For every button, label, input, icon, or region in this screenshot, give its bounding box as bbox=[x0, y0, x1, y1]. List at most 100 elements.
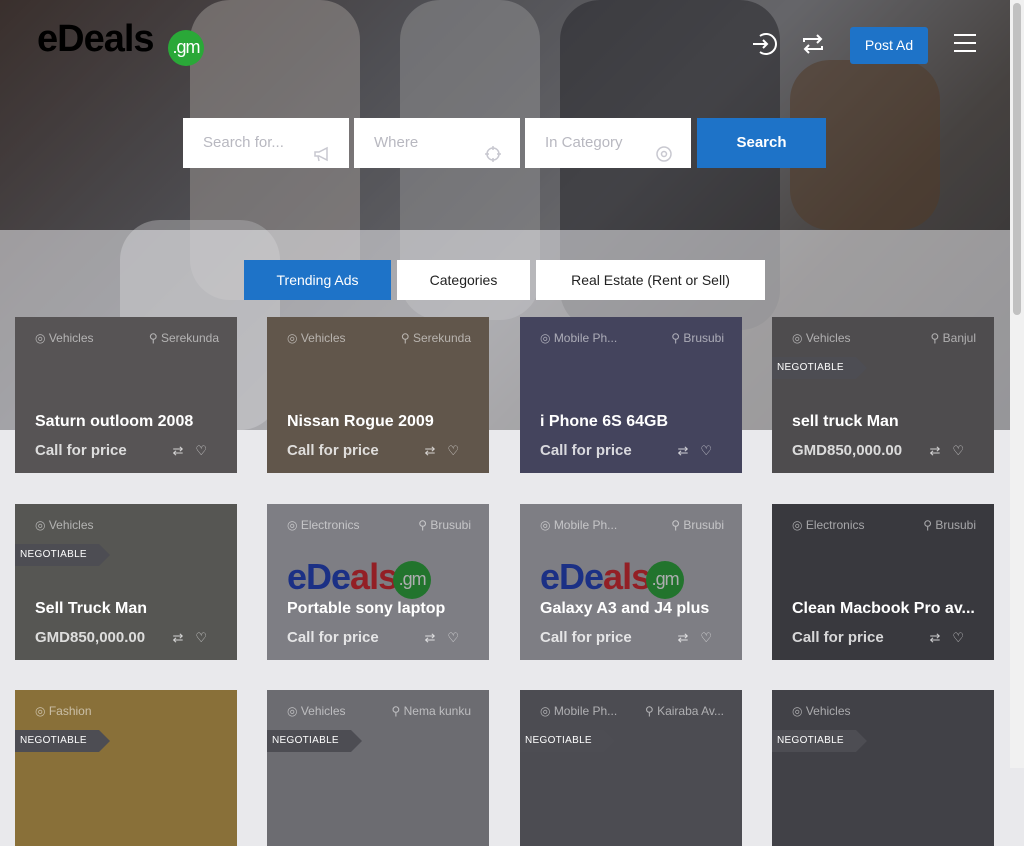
compare-icon[interactable] bbox=[799, 30, 829, 60]
compare-icon[interactable]: ⇄ bbox=[424, 630, 447, 645]
negotiable-badge: NEGOTIABLE bbox=[267, 730, 362, 752]
card-category[interactable]: ◎ Fashion bbox=[35, 704, 92, 718]
card-category-label: Mobile Ph... bbox=[553, 518, 618, 532]
card-location-label: Kairaba Av... bbox=[657, 704, 724, 718]
card-location: ⚲ Brusubi bbox=[671, 518, 724, 532]
heart-icon[interactable]: ♡ bbox=[195, 443, 219, 458]
logo-text: eDeals bbox=[37, 18, 155, 60]
card-category-label: Vehicles bbox=[300, 704, 346, 718]
megaphone-icon bbox=[313, 134, 331, 162]
card-category[interactable]: ◎ Electronics bbox=[792, 518, 865, 532]
card-category[interactable]: ◎ Vehicles bbox=[35, 331, 94, 345]
listing-card[interactable]: ◎ Mobile Ph... ⚲ Brusubi i Phone 6S 64GB Ca… bbox=[520, 317, 742, 473]
card-category[interactable]: ◎ Vehicles bbox=[287, 331, 346, 345]
listing-card[interactable]: ◎ Vehicles ⚲ Nema kunku NEGOTIABLE bbox=[267, 690, 489, 846]
card-title[interactable]: Clean Macbook Pro av... bbox=[792, 600, 982, 618]
card-title[interactable]: Portable sony laptop bbox=[287, 600, 477, 618]
listing-card[interactable]: ◎ Electronics ⚲ Brusubi Clean Macbook Pro … bbox=[772, 504, 994, 660]
search-button[interactable]: Search bbox=[697, 118, 826, 168]
compare-icon[interactable]: ⇄ bbox=[172, 630, 195, 645]
tab-categories[interactable]: Categories bbox=[397, 260, 530, 300]
card-title[interactable]: Sell Truck Man bbox=[35, 600, 225, 618]
card-price: Call for price bbox=[287, 442, 379, 459]
logo-tld-badge: .gm bbox=[168, 30, 204, 66]
category-select[interactable]: In Category bbox=[525, 118, 691, 168]
card-category[interactable]: ◎ Vehicles bbox=[792, 331, 851, 345]
card-category[interactable]: ◎ Mobile Ph... bbox=[540, 331, 617, 345]
negotiable-badge: NEGOTIABLE bbox=[15, 730, 110, 752]
compare-icon[interactable]: ⇄ bbox=[677, 443, 700, 458]
heart-icon[interactable]: ♡ bbox=[447, 630, 471, 645]
listing-card[interactable]: eDeals.gm ◎ Electronics ⚲ Brusubi Portable … bbox=[267, 504, 489, 660]
compare-icon[interactable]: ⇄ bbox=[929, 443, 952, 458]
card-category-label: Vehicles bbox=[48, 331, 94, 345]
card-price: Call for price bbox=[792, 629, 884, 646]
card-category-label: Electronics bbox=[300, 518, 360, 532]
card-title[interactable]: Galaxy A3 and J4 plus bbox=[540, 600, 730, 618]
keyword-placeholder: Search for... bbox=[203, 134, 284, 151]
tab-real-estate[interactable]: Real Estate (Rent or Sell) bbox=[536, 260, 765, 300]
heart-icon[interactable]: ♡ bbox=[952, 630, 976, 645]
card-price: GMD850,000.00 bbox=[792, 442, 903, 459]
card-actions: ⇄♡ bbox=[172, 630, 219, 646]
listing-card[interactable]: ◎ Vehicles NEGOTIABLE bbox=[772, 690, 994, 846]
card-actions: ⇄♡ bbox=[677, 443, 724, 459]
card-category[interactable]: ◎ Vehicles bbox=[35, 518, 94, 532]
compare-icon[interactable]: ⇄ bbox=[424, 443, 447, 458]
keyword-search-input[interactable]: Search for... bbox=[183, 118, 349, 168]
heart-icon[interactable]: ♡ bbox=[952, 443, 976, 458]
card-location-label: Banjul bbox=[942, 331, 976, 345]
heart-icon[interactable]: ♡ bbox=[447, 443, 471, 458]
page-scrollbar[interactable] bbox=[1010, 0, 1024, 768]
hamburger-menu-icon[interactable] bbox=[954, 34, 976, 54]
card-location: ⚲ Banjul bbox=[930, 331, 976, 345]
card-location: ⚲ Brusubi bbox=[418, 518, 471, 532]
compare-icon[interactable]: ⇄ bbox=[677, 630, 700, 645]
card-category[interactable]: ◎ Mobile Ph... bbox=[540, 704, 617, 718]
card-title[interactable]: i Phone 6S 64GB bbox=[540, 413, 730, 431]
listings-panel bbox=[0, 230, 1010, 768]
negotiable-badge: NEGOTIABLE bbox=[772, 730, 867, 752]
card-actions: ⇄♡ bbox=[677, 630, 724, 646]
listing-card[interactable]: ◎ Vehicles ⚲ Banjul NEGOTIABLE sell truck M… bbox=[772, 317, 994, 473]
heart-icon[interactable]: ♡ bbox=[195, 630, 219, 645]
card-title[interactable]: sell truck Man bbox=[792, 413, 982, 431]
compare-icon[interactable]: ⇄ bbox=[172, 443, 195, 458]
login-icon[interactable] bbox=[750, 30, 780, 60]
card-category-label: Fashion bbox=[48, 704, 92, 718]
card-title[interactable]: Saturn outloom 2008 bbox=[35, 413, 225, 431]
location-input[interactable]: Where bbox=[354, 118, 520, 168]
card-location: ⚲ Brusubi bbox=[923, 518, 976, 532]
listing-card[interactable]: ◎ Vehicles ⚲ Serekunda Saturn outloom 2008… bbox=[15, 317, 237, 473]
card-category[interactable]: ◎ Vehicles bbox=[792, 704, 851, 718]
scrollbar-thumb[interactable] bbox=[1013, 3, 1021, 315]
card-price: Call for price bbox=[35, 442, 127, 459]
listing-card[interactable]: ◎ Vehicles NEGOTIABLE Sell Truck Man GMD850… bbox=[15, 504, 237, 660]
card-price: Call for price bbox=[540, 629, 632, 646]
listing-card[interactable]: ◎ Vehicles ⚲ Serekunda Nissan Rogue 2009 Ca… bbox=[267, 317, 489, 473]
card-category[interactable]: ◎ Mobile Ph... bbox=[540, 518, 617, 532]
card-category[interactable]: ◎ Electronics bbox=[287, 518, 360, 532]
site-logo[interactable]: eDeals .gm bbox=[37, 18, 204, 66]
card-actions: ⇄♡ bbox=[929, 443, 976, 459]
listing-card[interactable]: ◎ Fashion NEGOTIABLE bbox=[15, 690, 237, 846]
listing-card[interactable]: ◎ Mobile Ph... ⚲ Kairaba Av... NEGOTIABLE bbox=[520, 690, 742, 846]
card-location: ⚲ Kairaba Av... bbox=[644, 704, 724, 718]
card-location-label: Brusubi bbox=[935, 518, 976, 532]
card-category-label: Mobile Ph... bbox=[553, 704, 618, 718]
card-title[interactable]: Nissan Rogue 2009 bbox=[287, 413, 477, 431]
card-category[interactable]: ◎ Vehicles bbox=[287, 704, 346, 718]
listing-card[interactable]: eDeals.gm ◎ Mobile Ph... ⚲ Brusubi Galaxy A… bbox=[520, 504, 742, 660]
tab-trending-ads[interactable]: Trending Ads bbox=[244, 260, 391, 300]
post-ad-button[interactable]: Post Ad bbox=[850, 27, 928, 64]
compare-icon[interactable]: ⇄ bbox=[929, 630, 952, 645]
card-location-label: Brusubi bbox=[683, 331, 724, 345]
card-location: ⚲ Brusubi bbox=[671, 331, 724, 345]
card-location-label: Brusubi bbox=[430, 518, 471, 532]
heart-icon[interactable]: ♡ bbox=[700, 443, 724, 458]
negotiable-badge: NEGOTIABLE bbox=[772, 357, 867, 379]
card-actions: ⇄♡ bbox=[424, 630, 471, 646]
card-actions: ⇄♡ bbox=[172, 443, 219, 459]
heart-icon[interactable]: ♡ bbox=[700, 630, 724, 645]
card-category-label: Vehicles bbox=[805, 331, 851, 345]
